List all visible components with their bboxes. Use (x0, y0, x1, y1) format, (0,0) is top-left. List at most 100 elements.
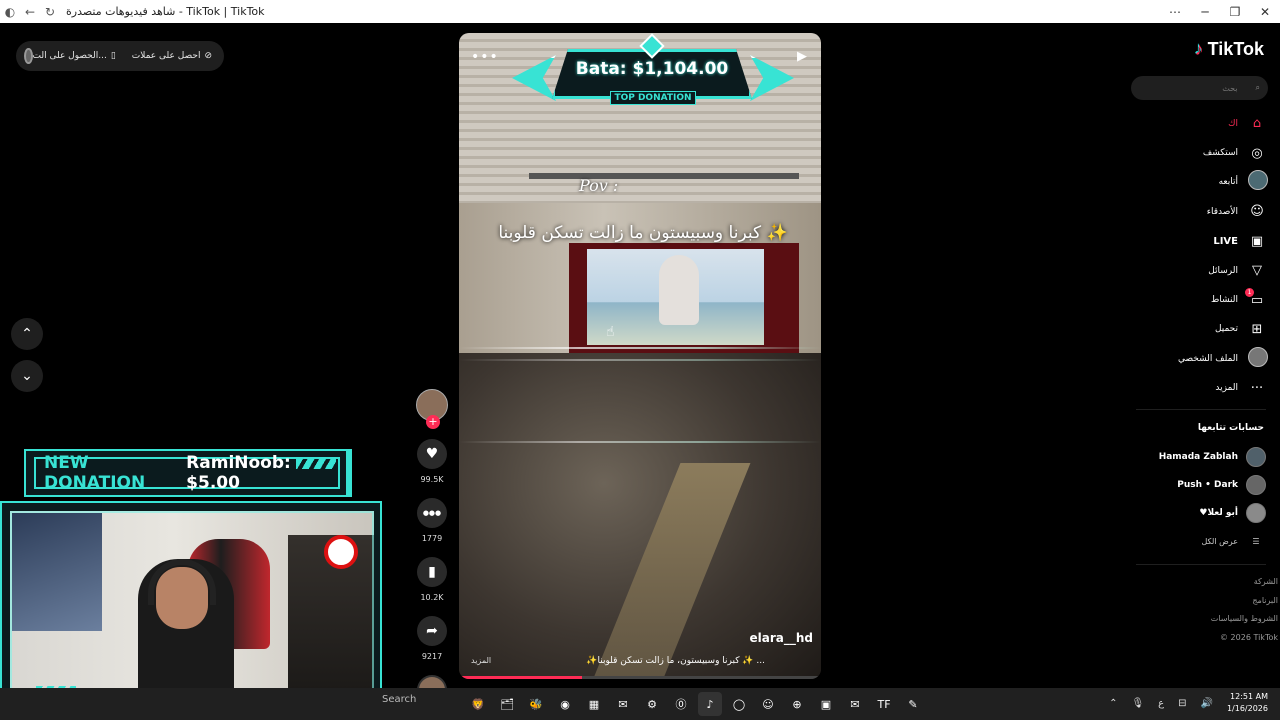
taskbar-app-icon[interactable]: TF (872, 692, 896, 716)
taskbar-app-icon[interactable]: ▣ (814, 692, 838, 716)
video-scene-figure (659, 255, 699, 325)
taskbar-app-icon[interactable]: ✉ (611, 692, 635, 716)
taskbar-app-icon[interactable]: 🦁 (466, 692, 490, 716)
send-icon: ▽ (1252, 263, 1262, 279)
reload-icon[interactable]: ↻ (40, 0, 60, 23)
webcam-neon-frame (10, 511, 374, 691)
sidebar-item-live[interactable]: LIVE ▣ (1126, 227, 1266, 256)
sidebar-item-activity[interactable]: النشاط ▭ 1 (1126, 285, 1266, 314)
taskbar-app-icon[interactable]: ◉ (553, 692, 577, 716)
following-account[interactable]: Push • Dark (1116, 471, 1266, 499)
close-button[interactable]: ✕ (1250, 0, 1280, 23)
profile-avatar[interactable] (24, 48, 33, 64)
taskbar-app-icon[interactable]: ☺ (756, 692, 780, 716)
home-icon: ⌂ (1252, 116, 1262, 132)
new-donation-label: NEW DONATION (44, 453, 146, 493)
following-account[interactable]: ♥أبو لعلا (1116, 499, 1266, 527)
taskbar-app-icon[interactable]: ✉ (843, 692, 867, 716)
menu-button[interactable]: ⋯ (1160, 0, 1190, 23)
sidebar-item-label: النشاط (1210, 295, 1238, 306)
taskbar-app-icon[interactable]: ◯ (727, 692, 751, 716)
minimize-button[interactable]: ─ (1190, 0, 1220, 23)
window-controls: ⋯ ─ ❐ ✕ (1160, 0, 1280, 23)
search-input[interactable] (1147, 83, 1238, 93)
following-list: Hamada Zablah Push • Dark ♥أبو لعلا عرض … (1116, 443, 1266, 555)
footer-link-terms[interactable]: الشروط والسياسات (1211, 610, 1278, 629)
creator-avatar[interactable]: + (416, 389, 448, 429)
sidebar-item-more[interactable]: المزيد ··· (1126, 374, 1266, 403)
taskbar-app-icon[interactable]: ⊕ (785, 692, 809, 716)
phone-icon: ▯ (110, 51, 116, 61)
sidebar-item-upload[interactable]: تحميل ⊞ (1126, 315, 1266, 344)
search-bar[interactable]: ⌕ (1131, 76, 1268, 100)
get-app-label: الحصول على الت... (32, 51, 107, 61)
following-avatar-icon (1248, 170, 1268, 194)
live-icon: ▣ (1250, 233, 1264, 249)
taskbar-tiktok-icon[interactable]: ♪ (698, 692, 722, 716)
like-action[interactable]: ♥ 99.5K (414, 439, 450, 484)
save-action[interactable]: ▮ 10.2K (414, 557, 450, 602)
sidebar-item-friends[interactable]: الأصدقاء ☺ (1126, 197, 1266, 226)
microphone-icon[interactable]: 🎙 (1131, 698, 1144, 709)
chevron-down-icon: ⌄ (21, 368, 33, 384)
taskbar-app-icon[interactable]: ⓪ (669, 692, 693, 716)
sidebar-nav: اك ⌂ استكشف ◎ أتابعه الأصدقاء ☺ LIVE ▣ ا… (1126, 109, 1268, 403)
following-account-avatar (1246, 503, 1266, 523)
footer-link-company[interactable]: الشركة (1211, 573, 1278, 592)
description-more-link[interactable]: المزيد (471, 656, 491, 665)
video-author-username[interactable]: elara__hd (750, 631, 814, 645)
taskbar-app-icon[interactable]: ✎ (901, 692, 925, 716)
follow-plus-button[interactable]: + (426, 415, 440, 429)
sidebar-item-profile[interactable]: الملف الشخصي (1126, 344, 1268, 373)
share-action[interactable]: ➦ 9217 (414, 616, 450, 661)
back-icon[interactable]: ← (20, 0, 40, 23)
bookmark-icon[interactable]: ▮ (417, 557, 447, 587)
tray-chevron-up-icon[interactable]: ⌃ (1109, 698, 1117, 709)
volume-icon[interactable]: 🔊 (1201, 698, 1213, 709)
next-video-button[interactable]: ⌄ (11, 360, 43, 392)
overlay-wing-left (512, 55, 556, 101)
save-count: 10.2K (420, 593, 444, 602)
comment-count: 1779 (421, 534, 443, 543)
activity-icon: ▭ 1 (1245, 287, 1266, 308)
restore-button[interactable]: ❐ (1220, 0, 1250, 23)
sidebar-item-label: اك (1228, 118, 1238, 129)
video-progress-bar[interactable] (459, 676, 821, 679)
following-account-avatar (1246, 475, 1266, 495)
sidebar-item-messages[interactable]: الرسائل ▽ (1126, 256, 1266, 285)
video-progress-fill (459, 676, 583, 679)
sidebar-item-following[interactable]: أتابعه (1126, 168, 1268, 197)
get-app-button[interactable]: الحصول على الت... ▯ (33, 51, 116, 61)
clock-date: 1/16/2026 (1226, 704, 1268, 713)
comment-icon[interactable]: ●●● (417, 498, 447, 528)
sidebar-item-label: LIVE (1213, 235, 1238, 247)
upload-icon: ⊞ (1251, 321, 1263, 337)
video-player[interactable]: ••• ▶ Pov : كبرنا وسبيستون ما زالت تسكن … (459, 33, 821, 679)
taskbar-clock[interactable]: 12:51 AM 1/16/2026 (1227, 691, 1268, 715)
more-options-icon[interactable]: ••• (471, 49, 499, 65)
sidebar-item-explore[interactable]: استكشف ◎ (1126, 138, 1266, 167)
taskbar-search[interactable]: Search (382, 694, 416, 705)
comment-action[interactable]: ●●● 1779 (414, 498, 450, 543)
following-account[interactable]: Hamada Zablah (1116, 443, 1266, 471)
taskbar-app-icon[interactable]: 🗂 (495, 692, 519, 716)
taskbar-app-icon[interactable]: 🐝 (524, 692, 548, 716)
sidebar-item-for-you[interactable]: اك ⌂ (1126, 109, 1266, 138)
play-icon[interactable]: ▶ (797, 49, 807, 64)
taskbar-app-icon[interactable]: ▦ (582, 692, 606, 716)
get-coins-button[interactable]: احصل على عملات ⊘ (132, 51, 212, 61)
network-icon[interactable]: ⊟ (1178, 698, 1186, 709)
share-icon[interactable]: ➦ (417, 616, 447, 646)
taskbar-app-icon[interactable]: ⚙ (640, 692, 664, 716)
heart-icon[interactable]: ♥ (417, 439, 447, 469)
system-tray: ⌃ 🎙 ع ⊟ 🔊 12:51 AM 1/16/2026 (1109, 691, 1268, 715)
tiktok-logo[interactable]: ♪ TikTok (1195, 39, 1264, 60)
previous-video-button[interactable]: ⌃ (11, 318, 43, 350)
video-description: ✨كبرنا وسبيستون، ما زالت تسكن قلوبنا ✨ .… (586, 656, 765, 666)
webcam-overlay (0, 501, 382, 698)
see-all-button[interactable]: عرض الكل ☰ (1116, 527, 1266, 555)
footer-link-program[interactable]: البرنامج (1211, 592, 1278, 611)
keyboard-language[interactable]: ع (1158, 698, 1164, 709)
search-icon[interactable]: ⌕ (1256, 83, 1260, 93)
following-account-avatar (1246, 447, 1266, 467)
